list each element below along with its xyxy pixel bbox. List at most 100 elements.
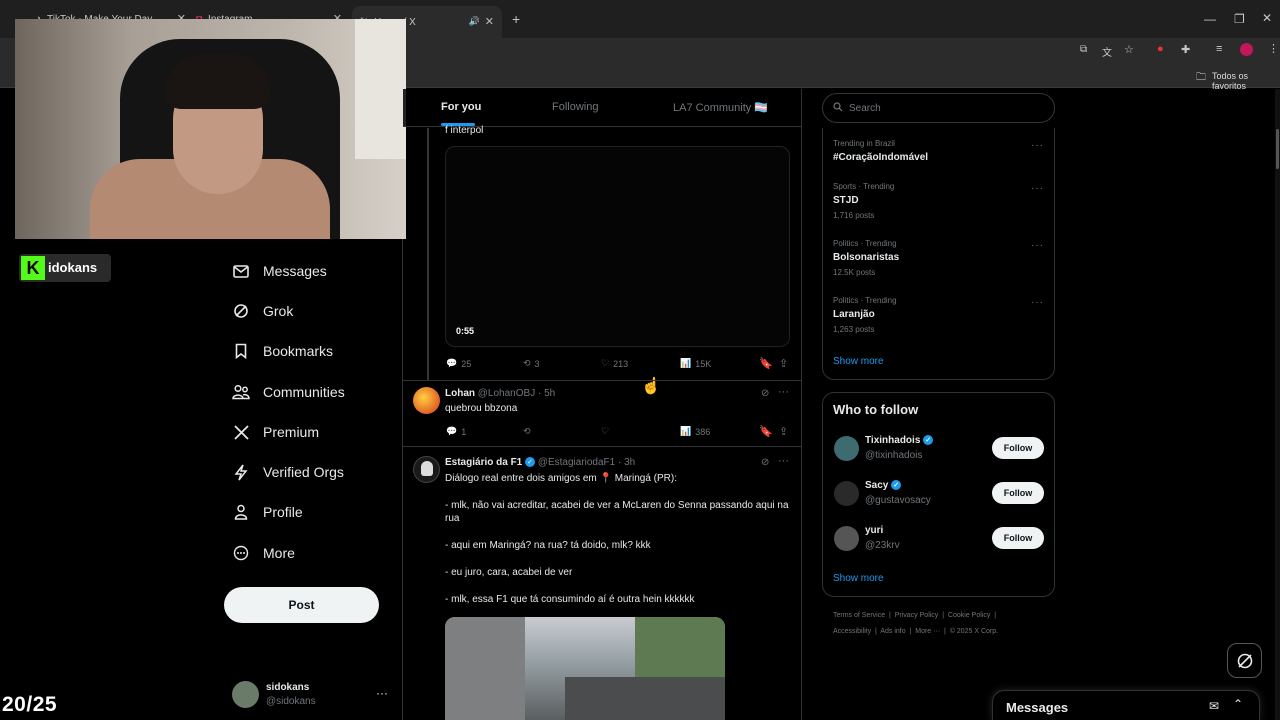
channel-logo: K idokans xyxy=(19,254,111,282)
sidebar-item-grok[interactable]: Grok xyxy=(230,296,293,326)
translate-icon[interactable]: 文 xyxy=(1102,44,1112,59)
follow-button[interactable]: Follow xyxy=(992,437,1044,459)
trend-meta: Trending in Brazil xyxy=(833,139,895,148)
repost-button[interactable]: ⟲ 3 xyxy=(523,358,540,369)
like-button[interactable]: ♡ xyxy=(601,426,609,437)
messages-drawer[interactable]: Messages ✉ ⌃ xyxy=(992,690,1260,720)
author-handle[interactable]: @LohanOBJ · 5h xyxy=(478,388,555,399)
close-tab-icon[interactable]: ✕ xyxy=(485,15,494,28)
author-handle[interactable]: @EstagiariodaF1 · 3h xyxy=(538,457,635,468)
bookmark-icon[interactable]: 🔖 xyxy=(759,425,773,438)
trend-menu-icon[interactable]: ··· xyxy=(1031,240,1044,251)
tab-following[interactable]: Following xyxy=(552,101,598,113)
cookie-link[interactable]: Cookie Policy xyxy=(948,612,990,619)
scrollbar[interactable] xyxy=(1275,89,1280,720)
tab-community[interactable]: LA7 Community 🏳️‍⚧️ xyxy=(673,101,768,114)
menu-icon[interactable]: ⋮ xyxy=(1268,42,1279,55)
reply-button[interactable]: 💬 25 xyxy=(446,358,471,369)
close-window-icon[interactable]: ✕ xyxy=(1262,11,1272,25)
trend-menu-icon[interactable]: ··· xyxy=(1031,140,1044,151)
sidebar-item-bookmarks[interactable]: Bookmarks xyxy=(230,336,333,366)
accessibility-link[interactable]: Accessibility xyxy=(833,628,871,635)
sidebar-item-more[interactable]: More xyxy=(230,538,295,568)
bookmark-icon xyxy=(230,340,252,362)
feed-tabs: For you Following LA7 Community 🏳️‍⚧️ xyxy=(403,89,801,127)
scrollbar-thumb[interactable] xyxy=(1276,129,1279,169)
right-divider xyxy=(801,89,802,720)
trend-item[interactable]: Bolsonaristas xyxy=(833,252,899,263)
restore-icon[interactable]: ❐ xyxy=(1234,12,1245,26)
grok-icon[interactable]: ⊘ xyxy=(761,457,769,468)
new-tab-icon[interactable]: + xyxy=(512,11,520,27)
repost-icon: ⟲ xyxy=(523,426,531,436)
bookmark-icon[interactable]: 🔖 xyxy=(759,357,773,370)
account-menu-icon[interactable]: ··· xyxy=(376,686,388,700)
grok-float-button[interactable] xyxy=(1227,643,1262,678)
sidebar-item-profile[interactable]: Profile xyxy=(230,497,303,527)
video-player[interactable]: 0:55 xyxy=(445,146,790,347)
x-logo-icon xyxy=(230,421,252,443)
avatar[interactable] xyxy=(413,387,440,414)
puzzle-icon[interactable]: ✚ xyxy=(1181,43,1190,56)
search-input[interactable]: Search xyxy=(822,93,1055,123)
tab-for-you[interactable]: For you xyxy=(441,101,481,113)
like-button[interactable]: ♡ 213 xyxy=(601,358,628,369)
avatar[interactable] xyxy=(413,456,440,483)
suggestion-name[interactable]: yuri xyxy=(865,525,883,536)
post-header: Estagiário da F1 ✓ @EstagiariodaF1 · 3h xyxy=(445,457,635,468)
author-name[interactable]: Lohan xyxy=(445,388,475,399)
heart-icon: ♡ xyxy=(601,358,610,368)
avatar[interactable] xyxy=(834,481,859,506)
views-button[interactable]: 📊 15K xyxy=(680,358,711,369)
share-icon[interactable]: ⇪ xyxy=(779,357,788,370)
suggestion-handle: @23krv xyxy=(865,540,900,551)
speaker-icon[interactable]: 🔊 xyxy=(469,16,480,27)
new-message-icon[interactable]: ✉ xyxy=(1209,699,1219,713)
sidebar-item-premium[interactable]: Premium xyxy=(230,417,319,447)
profile-avatar[interactable] xyxy=(1240,43,1253,56)
trend-menu-icon[interactable]: ··· xyxy=(1031,297,1044,308)
avatar[interactable] xyxy=(834,436,859,461)
reply-button[interactable]: 💬 1 xyxy=(446,426,466,437)
post-menu-icon[interactable]: ··· xyxy=(778,455,789,467)
sidebar-item-messages[interactable]: Messages xyxy=(230,256,327,286)
expand-icon[interactable]: ⌃ xyxy=(1233,697,1243,711)
show-more-trends-link[interactable]: Show more xyxy=(833,356,884,367)
post-button[interactable]: Post xyxy=(224,587,379,623)
trend-menu-icon[interactable]: ··· xyxy=(1031,183,1044,194)
grok-icon[interactable]: ⊘ xyxy=(761,388,769,399)
suggestion-name[interactable]: Sacy ✓ xyxy=(865,480,902,491)
ads-info-link[interactable]: Ads info xyxy=(880,628,905,635)
all-bookmarks-link[interactable]: Todos os favoritos xyxy=(1212,71,1280,91)
post-image[interactable] xyxy=(445,617,725,720)
install-icon[interactable]: ⧉ xyxy=(1080,44,1087,55)
follow-button[interactable]: Follow xyxy=(992,527,1044,549)
post-text: f interpol xyxy=(445,125,484,136)
trend-item[interactable]: Laranjão xyxy=(833,309,875,320)
privacy-link[interactable]: Privacy Policy xyxy=(895,612,939,619)
terms-link[interactable]: Terms of Service xyxy=(833,612,885,619)
star-icon[interactable]: ☆ xyxy=(1124,43,1134,56)
trend-item[interactable]: #CoraçãoIndomável xyxy=(833,152,928,163)
follow-button[interactable]: Follow xyxy=(992,482,1044,504)
account-name: sidokans xyxy=(266,682,310,693)
stream-counter: 20/25 xyxy=(2,693,58,716)
avatar[interactable] xyxy=(232,681,259,708)
minimize-icon[interactable]: — xyxy=(1204,12,1216,26)
avatar[interactable] xyxy=(834,526,859,551)
repost-icon: ⟲ xyxy=(523,358,531,368)
footer-links-row2: Accessibility | Ads info | More ··· | © … xyxy=(833,628,999,635)
suggestion-name[interactable]: Tixinhadois ✓ xyxy=(865,435,934,446)
share-icon[interactable]: ⇪ xyxy=(779,425,788,438)
show-more-follow-link[interactable]: Show more xyxy=(833,573,884,584)
more-link[interactable]: More ··· xyxy=(915,628,940,635)
views-button[interactable]: 📊 386 xyxy=(680,426,710,437)
sidebar-item-verified-orgs[interactable]: Verified Orgs xyxy=(230,457,344,487)
extension-icon[interactable]: ● xyxy=(1157,43,1164,55)
author-name[interactable]: Estagiário da F1 xyxy=(445,457,522,468)
media-icon[interactable]: ≡ xyxy=(1216,43,1222,55)
sidebar-item-communities[interactable]: Communities xyxy=(230,377,345,407)
repost-button[interactable]: ⟲ xyxy=(523,426,531,437)
post-menu-icon[interactable]: ··· xyxy=(778,386,789,398)
trend-item[interactable]: STJD xyxy=(833,195,859,206)
